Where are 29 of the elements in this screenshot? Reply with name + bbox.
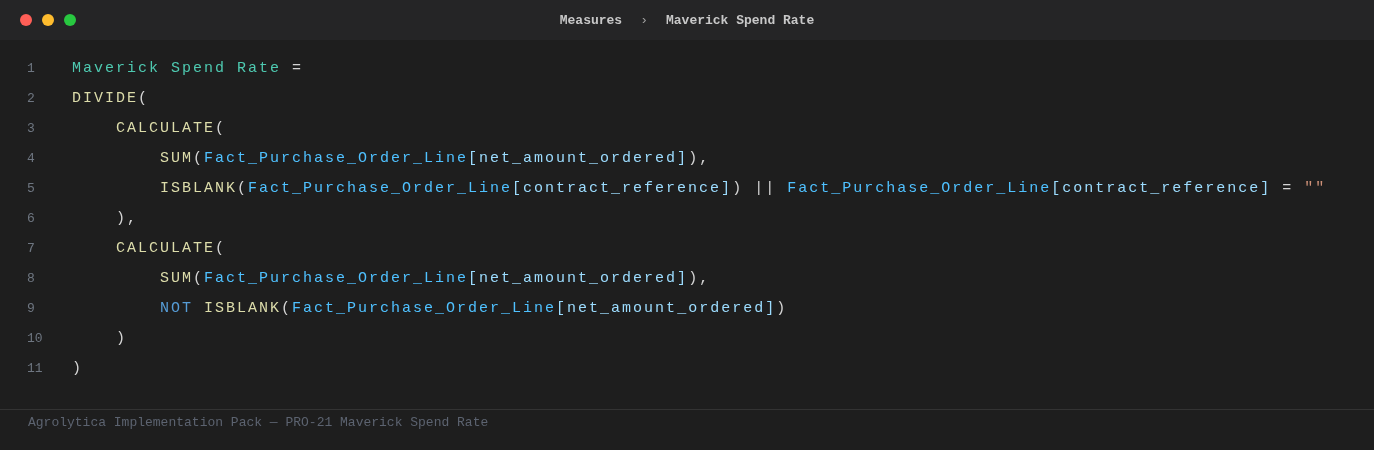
- code-line: SUM(Fact_Purchase_Order_Line[net_amount_ordered]),: [159, 269, 711, 287]
- line-number: 5: [26, 180, 36, 196]
- code-line: ),: [115, 209, 138, 227]
- code-line: CALCULATE(: [115, 119, 227, 137]
- code-line: ISBLANK(Fact_Purchase_Order_Line[contract_reference]) || Fact_Purchase_Order_Line[contract_reference] = "": [159, 179, 1327, 197]
- line-number: 7: [26, 240, 36, 256]
- code-line: Maverick Spend Rate =: [72, 59, 304, 77]
- breadcrumb-item: Measures: [559, 12, 623, 28]
- close-button[interactable]: [20, 14, 32, 26]
- line-number: 1: [26, 60, 36, 76]
- minimize-button[interactable]: [42, 14, 54, 26]
- breadcrumb-separator: ›: [640, 12, 648, 28]
- code-line: ): [72, 359, 83, 377]
- line-number: 6: [26, 210, 36, 226]
- line-number: 8: [26, 270, 36, 286]
- line-number: 10: [26, 330, 44, 346]
- breadcrumb-item: Maverick Spend Rate: [666, 12, 815, 28]
- code-line: NOT ISBLANK(Fact_Purchase_Order_Line[net_amount_ordered]): [159, 299, 788, 317]
- code-line: SUM(Fact_Purchase_Order_Line[net_amount_ordered]),: [159, 149, 711, 167]
- line-number: 4: [26, 150, 36, 166]
- line-number: 9: [26, 300, 36, 316]
- line-number: 3: [26, 120, 36, 136]
- code-line: ): [115, 329, 127, 347]
- code-line: CALCULATE(: [115, 239, 227, 257]
- code-line: DIVIDE(: [72, 89, 150, 107]
- line-number: 11: [26, 360, 44, 376]
- footer-text: Agrolytica Implementation Pack — PRO-21 Maverick Spend Rate: [0, 409, 1374, 445]
- line-number: 2: [26, 90, 36, 106]
- maximize-button[interactable]: [64, 14, 76, 26]
